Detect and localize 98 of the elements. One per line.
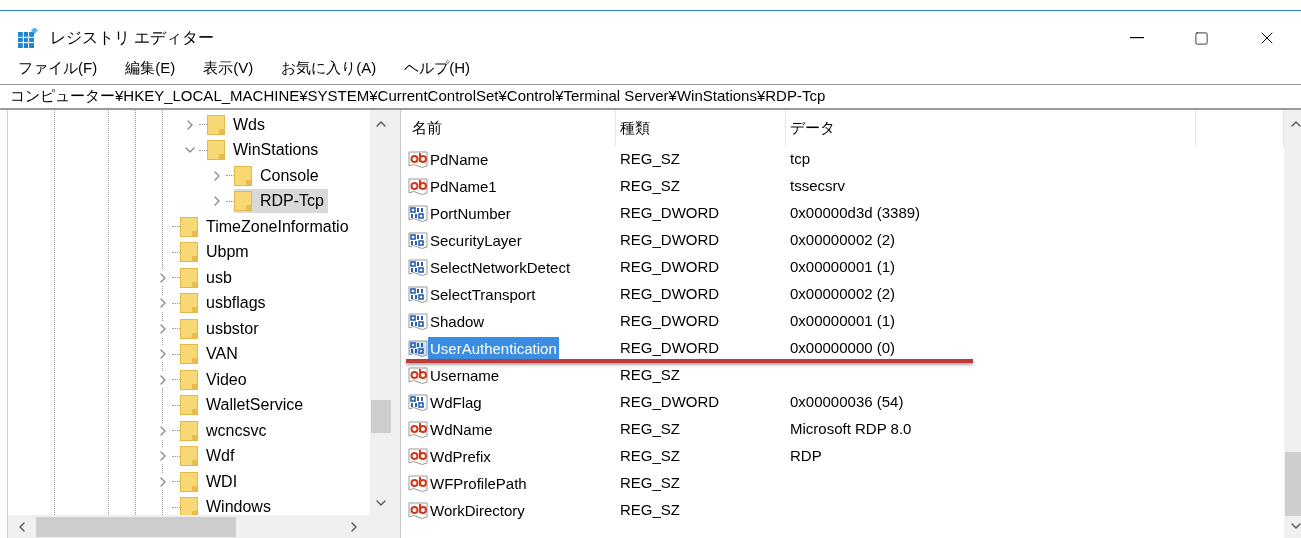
table-row[interactable]: PdName REG_SZ tcp [408, 146, 1284, 173]
table-cell-text: REG_DWORD [619, 257, 721, 278]
folder-icon [180, 216, 198, 237]
table-cell-text: tcp [789, 149, 811, 170]
value-name[interactable]: PortNumber [428, 201, 513, 226]
menu-item[interactable]: ファイル(F) [12, 56, 104, 81]
value-name[interactable]: Username [428, 363, 502, 388]
string-value-icon [408, 176, 428, 197]
table-row[interactable]: PortNumber REG_DWORD 0x00000d3d (3389) [408, 200, 1284, 227]
column-header[interactable]: 種類 [616, 110, 786, 146]
folder-icon [180, 420, 198, 441]
binary-value-icon [408, 311, 428, 332]
table-cell-text: REG_DWORD [619, 230, 721, 251]
table-row[interactable]: WFProfilePath REG_SZ [408, 470, 1284, 497]
string-value-icon [408, 419, 428, 440]
tree-item[interactable]: RDP-Tcp [234, 189, 328, 214]
table-cell-text: Microsoft RDP 8.0 [789, 419, 913, 440]
folder-icon [180, 293, 198, 314]
value-name[interactable]: PdName [428, 147, 491, 172]
string-value-icon [408, 446, 428, 467]
table-row[interactable]: Shadow REG_DWORD 0x00000001 (1) [408, 308, 1284, 335]
table-row[interactable]: Username REG_SZ [408, 362, 1284, 389]
binary-value-icon [408, 284, 428, 305]
table-row[interactable]: UserAuthentication REG_DWORD 0x00000000 (0) [408, 335, 1284, 362]
column-header[interactable]: 名前 [408, 110, 616, 146]
table-row[interactable]: WdPrefix REG_SZ RDP [408, 443, 1284, 470]
value-name[interactable]: WdPrefix [428, 444, 493, 469]
folder-icon [207, 140, 225, 161]
table-cell-text: REG_DWORD [619, 338, 721, 359]
value-name[interactable]: SecurityLayer [428, 228, 524, 253]
binary-value-icon [408, 338, 428, 359]
scrollbar-thumb[interactable] [36, 516, 236, 537]
table-row[interactable]: PdName1 REG_SZ tssecsrv [408, 173, 1284, 200]
value-name[interactable]: WdName [428, 417, 495, 442]
table-cell-text: REG_SZ [619, 500, 681, 521]
maximize-icon [1194, 30, 1209, 46]
scrollbar-thumb[interactable] [1285, 452, 1301, 516]
table-row[interactable]: SelectNetworkDetect REG_DWORD 0x00000001 (1) [408, 254, 1284, 281]
value-name[interactable]: PdName1 [428, 174, 499, 199]
value-name[interactable]: Shadow [428, 309, 487, 334]
value-name[interactable]: WorkDirectory [428, 498, 527, 523]
table-cell-text: REG_SZ [619, 473, 681, 494]
folder-icon [180, 369, 198, 390]
scrollbar-thumb[interactable] [371, 400, 391, 433]
value-name[interactable]: WdFlag [428, 390, 484, 415]
table-cell-text: REG_SZ [619, 446, 681, 467]
table-cell-text: REG_SZ [619, 365, 681, 386]
table-cell-text: 0x00000001 (1) [789, 257, 897, 278]
minimize-icon [1129, 37, 1144, 39]
value-name[interactable]: SelectTransport [428, 282, 538, 307]
menu-item[interactable]: お気に入り(A) [275, 56, 383, 81]
folder-icon [180, 395, 198, 416]
table-row[interactable]: SecurityLayer REG_DWORD 0x00000002 (2) [408, 227, 1284, 254]
table-row[interactable]: SelectTransport REG_DWORD 0x00000002 (2) [408, 281, 1284, 308]
column-header[interactable]: データ [786, 110, 1196, 146]
table-cell-text: REG_DWORD [619, 311, 721, 332]
binary-value-icon [408, 203, 428, 224]
menu-item[interactable]: 編集(E) [119, 56, 182, 81]
table-cell-text: 0x00000001 (1) [789, 311, 897, 332]
table-cell-text: RDP [789, 446, 823, 467]
table-row[interactable]: WorkDirectory REG_SZ [408, 497, 1284, 524]
value-name[interactable]: SelectNetworkDetect [428, 255, 573, 280]
string-value-icon [408, 473, 428, 494]
registry-editor-icon [18, 28, 38, 48]
string-value-icon [408, 500, 428, 521]
table-row[interactable]: WdFlag REG_DWORD 0x00000036 (54) [408, 389, 1284, 416]
table-cell-text: 0x00000002 (2) [789, 230, 897, 251]
table-cell-text: REG_SZ [619, 176, 681, 197]
binary-value-icon [408, 257, 428, 278]
table-cell-text: 0x00000000 (0) [789, 338, 897, 359]
table-cell-text: REG_SZ [619, 419, 681, 440]
folder-icon [180, 318, 198, 339]
table-row[interactable]: WdName REG_SZ Microsoft RDP 8.0 [408, 416, 1284, 443]
folder-icon [180, 242, 198, 263]
table-cell-text: 0x00000036 (54) [789, 392, 905, 413]
folder-icon [180, 446, 198, 467]
table-cell-text: REG_DWORD [619, 392, 721, 413]
table-cell-text: REG_DWORD [619, 203, 721, 224]
table-cell-text: REG_SZ [619, 149, 681, 170]
folder-icon [207, 114, 225, 135]
menu-item[interactable]: ヘルプ(H) [398, 56, 476, 81]
string-value-icon [408, 365, 428, 386]
folder-icon [180, 497, 198, 515]
table-cell-text: 0x00000d3d (3389) [789, 203, 922, 224]
folder-icon [234, 191, 252, 212]
value-name[interactable]: WFProfilePath [428, 471, 529, 496]
window-title: レジストリ エディター [50, 28, 215, 48]
string-value-icon [408, 149, 428, 170]
binary-value-icon [408, 230, 428, 251]
folder-icon [180, 267, 198, 288]
table-cell-text: tssecsrv [789, 176, 846, 197]
folder-icon [180, 471, 198, 492]
menu-item[interactable]: 表示(V) [197, 56, 260, 81]
folder-icon [180, 344, 198, 365]
table-cell-text: 0x00000002 (2) [789, 284, 897, 305]
folder-icon [234, 165, 252, 186]
table-cell-text: REG_DWORD [619, 284, 721, 305]
binary-value-icon [408, 392, 428, 413]
